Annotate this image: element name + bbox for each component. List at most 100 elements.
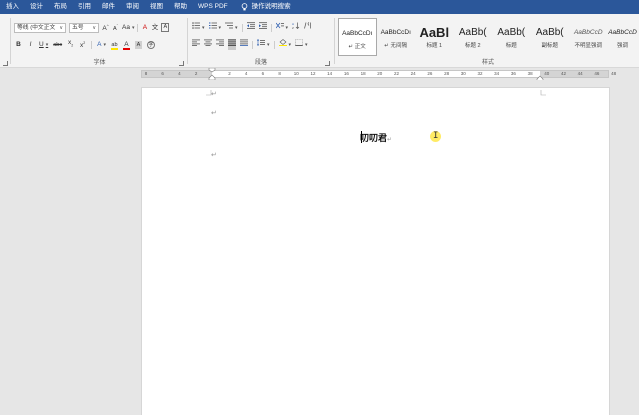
shrink-font-button[interactable]: Aˇ [112, 21, 119, 34]
font-name-select[interactable]: 等线 (中文正文 ∨ [14, 22, 66, 33]
font-dialog-launcher-icon[interactable] [179, 61, 184, 66]
chevron-down-icon: ▾ [45, 41, 49, 48]
character-border-button[interactable]: A [161, 23, 170, 32]
tab-layout[interactable]: 布局 [54, 0, 67, 14]
ruler-number: 48 [611, 71, 617, 76]
decrease-indent-button[interactable] [246, 22, 255, 33]
chevron-down-icon: ▾ [202, 25, 205, 31]
paragraph-row-1: ▾ ▾ ▾ ▾ AZ [192, 22, 312, 33]
divider [91, 40, 93, 49]
clipboard-group-edge [0, 14, 10, 68]
tab-design[interactable]: 设计 [30, 0, 43, 14]
chevron-down-icon: ▾ [103, 41, 106, 48]
chevron-down-icon: ▾ [288, 42, 292, 48]
justify-icon [228, 39, 236, 46]
show-marks-button[interactable] [304, 22, 312, 33]
tab-view[interactable]: 视图 [150, 0, 163, 14]
align-left-button[interactable] [192, 39, 200, 50]
line-spacing-button[interactable]: ▾ [257, 39, 270, 50]
strikethrough-button[interactable]: abc [53, 40, 62, 50]
ruler-number: 16 [343, 71, 349, 76]
distributed-button[interactable] [240, 39, 248, 50]
change-case-label: Aa [122, 23, 130, 31]
chevron-down-icon: ∨ [92, 24, 96, 31]
change-case-button[interactable]: Aa ▾ [122, 23, 134, 33]
multilevel-list-button[interactable]: ▾ [225, 22, 238, 33]
tab-references[interactable]: 引用 [78, 0, 91, 14]
tell-me-search[interactable]: 操作说明搜索 [241, 0, 291, 14]
ruler-number: 26 [427, 71, 433, 76]
font-group: 等线 (中文正文 ∨ 五号 ∨ A^ Aˇ Aa ▾ A 文 A B I U ▾ abc… [12, 14, 187, 68]
tab-mailings[interactable]: 邮件 [102, 0, 115, 14]
multilevel-list-icon [225, 22, 234, 29]
highlight-color-button[interactable]: ab [110, 40, 118, 50]
svg-text:Z: Z [292, 26, 294, 29]
paragraph-mark: ↵ [211, 110, 217, 117]
clipboard-launcher-icon[interactable] [3, 61, 8, 66]
group-divider [187, 18, 188, 64]
justify-button[interactable] [228, 39, 236, 50]
paragraph-mark: ↵ [387, 136, 393, 143]
divider [270, 23, 272, 32]
lightbulb-icon [241, 3, 247, 11]
phonetic-guide-button[interactable]: 文 [151, 23, 159, 33]
align-center-button[interactable] [204, 39, 212, 50]
ruler-number: 2 [228, 71, 231, 76]
line-spacing-icon [257, 39, 265, 46]
bullets-button[interactable]: ▾ [192, 22, 205, 33]
bold-button[interactable]: B [15, 40, 22, 50]
ruler-number: 42 [560, 71, 567, 76]
underline-button[interactable]: U ▾ [39, 40, 48, 50]
styles-group-label: 样式 [481, 60, 494, 66]
chevron-down-icon: ∨ [59, 24, 63, 31]
ruler-number: 4 [178, 71, 181, 76]
borders-button[interactable]: ▾ [295, 39, 308, 50]
character-shading-label: A [136, 41, 141, 48]
subscript-button[interactable]: x2 [67, 38, 74, 50]
ruler-number: 32 [477, 71, 483, 76]
ruler-number: 28 [444, 71, 450, 76]
paragraph-mark: ↵ [211, 91, 217, 98]
tab-insert[interactable]: 插入 [6, 0, 19, 14]
superscript-button[interactable]: x2 [79, 38, 86, 51]
horizontal-ruler[interactable]: 8 6 4 2 2 4 6 8 10 12 14 16 18 20 22 24 26 28 30 32 34 36 38 40… [141, 68, 616, 81]
tab-help[interactable]: 帮助 [174, 0, 187, 14]
clear-formatting-button[interactable]: A [141, 23, 148, 33]
margin-corner-icon [540, 90, 546, 96]
sort-button[interactable]: AZ [292, 22, 300, 33]
tab-wps-pdf[interactable]: WPS PDF [198, 0, 228, 14]
ruler-number: 18 [360, 71, 366, 76]
font-size-value: 五号 [72, 24, 84, 31]
chevron-down-icon: ▾ [267, 42, 270, 48]
character-shading-button[interactable]: A [134, 40, 142, 49]
font-name-value: 等线 (中文正文 [17, 24, 56, 31]
ruler-number: 44 [577, 71, 583, 76]
ruler-number: 12 [310, 71, 316, 76]
chinese-layout-button[interactable]: ▾ [275, 22, 288, 33]
paragraph-dialog-launcher-icon[interactable] [325, 61, 330, 66]
shading-button[interactable]: ▾ [278, 39, 292, 50]
grow-font-button[interactable]: A^ [102, 21, 109, 34]
font-color-button[interactable]: A [122, 40, 130, 50]
numbering-button[interactable]: ▾ [208, 22, 221, 33]
chinese-layout-icon [275, 22, 284, 29]
text-effects-button[interactable]: A ▾ [97, 40, 106, 50]
tab-review[interactable]: 审阅 [126, 0, 139, 14]
enclose-characters-label: 字 [148, 41, 154, 48]
enclose-characters-button[interactable]: 字 [146, 40, 155, 49]
align-right-button[interactable] [216, 39, 224, 50]
increase-indent-button[interactable] [258, 22, 267, 33]
font-size-select[interactable]: 五号 ∨ [69, 22, 99, 33]
italic-button[interactable]: I [27, 40, 34, 50]
ruler-number: 34 [494, 71, 500, 76]
borders-icon [295, 39, 303, 46]
ruler-number: 8 [278, 71, 281, 76]
ruler-number: 2 [194, 71, 198, 76]
underline-label: U [39, 40, 44, 48]
paragraph-row-2: ▾ ▾ ▾ [192, 39, 308, 50]
chevron-down-icon: ▾ [131, 24, 135, 31]
document-text[interactable]: 叨叨君↵ [360, 131, 392, 144]
font-group-label: 字体 [93, 60, 106, 66]
paragraph-group: ▾ ▾ ▾ ▾ AZ ▾ ▾ ▾ 段落 [189, 14, 333, 68]
indent-marker-icon[interactable] [208, 68, 216, 80]
